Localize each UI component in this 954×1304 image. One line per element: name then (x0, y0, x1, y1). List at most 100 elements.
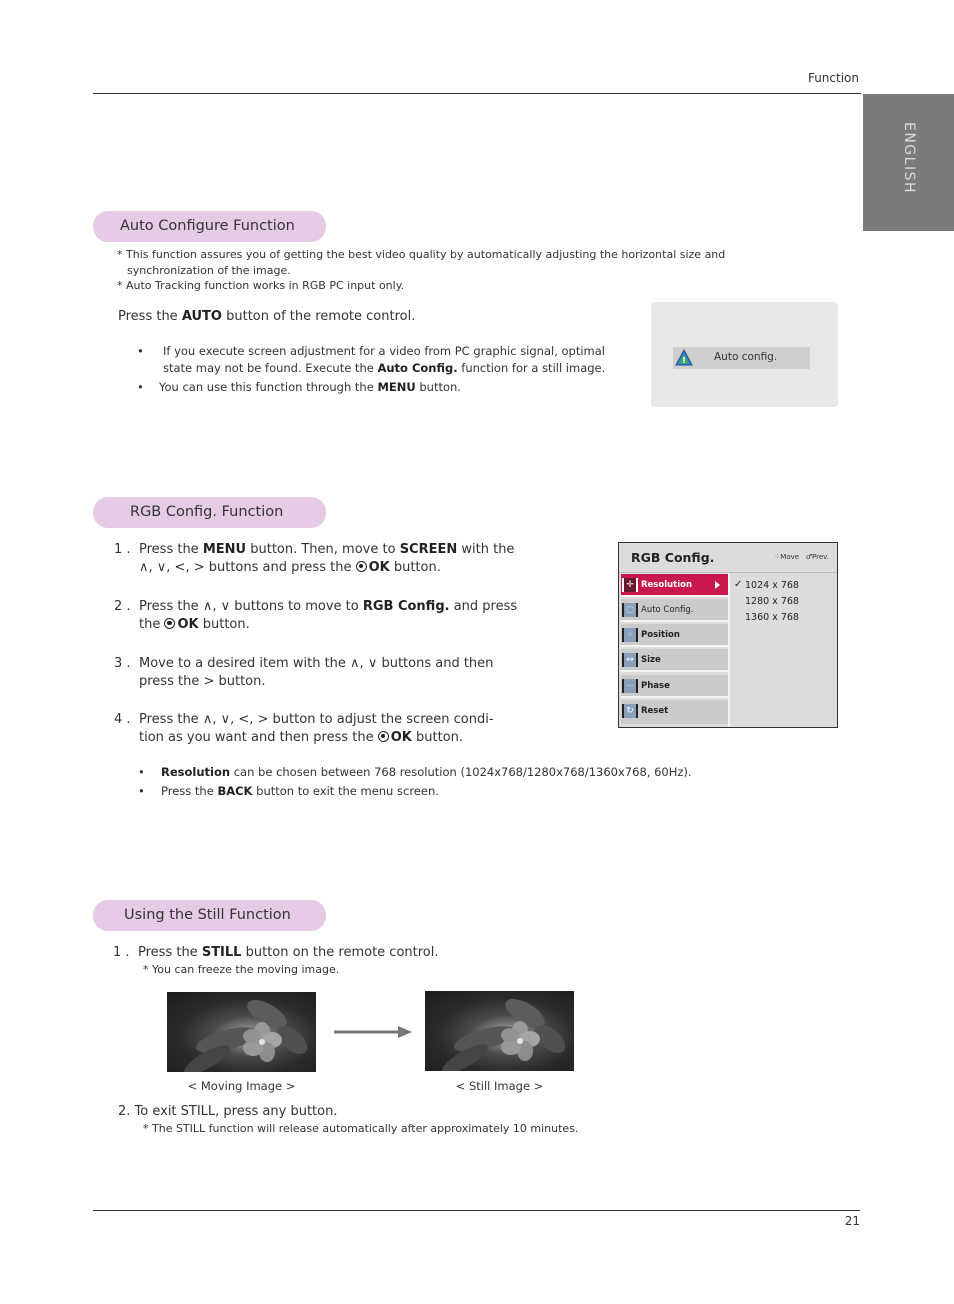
language-tab: ENGLISH (863, 94, 954, 231)
flower-image (442, 999, 566, 1071)
move-icon: ✛ (622, 578, 638, 592)
osd-item-label: Size (641, 655, 661, 665)
key-name: OK (368, 559, 390, 575)
section-title-rgb-config: RGB Config. Function (93, 497, 326, 528)
text: Move to a desired item with the ∧, ∨ but… (139, 656, 494, 671)
key-name: MENU (202, 542, 247, 557)
text: button on the remote control. (241, 945, 439, 960)
auto-configure-notes: * This function assures you of getting t… (117, 247, 817, 294)
step-number: 3 . (114, 656, 131, 671)
text: Press the (118, 309, 182, 324)
key-name: AUTO (181, 309, 222, 324)
note-line: * Auto Tracking function works in RGB PC… (117, 279, 405, 292)
section-title-text: RGB Config. Function (130, 504, 284, 520)
auto-config-osd-label: Auto config. (714, 351, 778, 363)
section-header-label: Function (807, 71, 859, 85)
bullet-icon: • (138, 784, 145, 798)
text: You can use this function through the (159, 380, 378, 394)
auto-config-osd-bar: Auto config. (673, 347, 810, 369)
key-name: STILL (201, 945, 242, 960)
section-title-text: Auto Configure Function (120, 218, 295, 234)
moving-image (167, 992, 316, 1072)
key-name: RGB Config. (362, 599, 450, 614)
osd-item-position[interactable]: ⁘ Position (621, 624, 728, 647)
ok-button-icon (355, 560, 367, 572)
text: tion as you want and then press the (139, 729, 378, 745)
rgb-step-3: 3 . Move to a desired item with the ∧, ∨ … (114, 655, 534, 690)
text: button. (198, 616, 250, 632)
text: with the (457, 542, 515, 557)
bullet-icon: • (137, 380, 144, 394)
key-name: Auto Config. (377, 361, 458, 375)
resolution-option[interactable]: ✓ 1024 x 768 (734, 579, 799, 591)
bullet-icon: • (137, 344, 144, 358)
ok-button-icon (164, 617, 176, 629)
still-step-2: 2. To exit STILL, press any button. (118, 1104, 338, 1119)
text: Press the (161, 784, 218, 798)
osd-item-auto-config[interactable]: ◌ Auto Config. (621, 599, 728, 622)
osd-item-size[interactable]: ↔ Size (621, 649, 728, 672)
osd-column-divider (728, 573, 730, 727)
osd-item-label: Resolution (641, 580, 693, 590)
auto-instruction: Press the AUTO button of the remote cont… (118, 308, 415, 326)
osd-item-resolution[interactable]: ✛ Resolution (621, 574, 728, 597)
text: the (139, 616, 165, 632)
chevron-right-icon (715, 581, 720, 589)
text: button. Then, move to (246, 542, 400, 557)
rgb-config-bullets: • Resolution can be chosen between 768 re… (138, 763, 758, 801)
flower-image (184, 1000, 308, 1072)
key-name: MENU (377, 380, 416, 394)
still-image (425, 991, 574, 1071)
resolution-label: 1024 x 768 (745, 580, 799, 591)
rgb-step-1: 1 . Press the MENU button. Then, move to … (114, 541, 534, 576)
osd-item-reset[interactable]: ↻ Reset (621, 700, 728, 724)
text: button to exit the menu screen. (252, 784, 439, 798)
text: button. (411, 729, 464, 745)
osd-item-label: Phase (641, 681, 670, 691)
text: Press the (139, 542, 203, 557)
text: Press the ∧, ∨, <, > button to adjust th… (139, 712, 494, 727)
text: button. (389, 559, 441, 575)
resolution-option[interactable]: 1360 x 768 (745, 612, 799, 623)
text: press the > button. (139, 673, 266, 689)
text: Press the (138, 945, 202, 960)
text: can be chosen between 768 resolution (10… (230, 765, 692, 779)
rgb-step-2: 2 . Press the ∧, ∨ buttons to move to RGB… (114, 598, 534, 633)
osd-nav-hints: ⁘Move ♂Prev. (774, 553, 829, 561)
step-number: 1 . (114, 542, 131, 557)
bullet-icon: • (138, 765, 145, 779)
warning-icon (675, 349, 693, 366)
auto-config-icon: ◌ (622, 603, 638, 617)
auto-configure-bullets: • If you execute screen adjustment for a … (137, 343, 637, 396)
text: Press the ∧, ∨ buttons to move to (139, 599, 363, 614)
check-icon: ✓ (734, 579, 743, 590)
key-name: OK (177, 616, 199, 632)
note-line: synchronization of the image. (127, 263, 291, 277)
note-line: * This function assures you of getting t… (117, 248, 726, 261)
text: If you execute screen adjustment for a v… (163, 344, 606, 358)
text: ∧, ∨, <, > buttons and press the (139, 559, 356, 575)
osd-menu-title: RGB Config. (631, 550, 715, 565)
moving-image-caption: < Moving Image > (187, 1079, 296, 1093)
position-icon: ⁘ (622, 628, 638, 642)
section-title-text: Using the Still Function (124, 907, 291, 923)
step-number: 4 . (114, 712, 131, 727)
still-step-1: 1 . Press the STILL button on the remote … (113, 944, 439, 962)
resolution-option[interactable]: 1280 x 768 (745, 596, 799, 607)
still-image-caption: < Still Image > (455, 1079, 544, 1093)
section-title-auto-configure: Auto Configure Function (93, 211, 326, 242)
size-icon: ↔ (622, 653, 638, 667)
bullet-item: • Press the BACK button to exit the menu … (138, 782, 758, 801)
osd-item-phase[interactable]: ··· Phase (621, 675, 728, 698)
key-name: Resolution (161, 765, 231, 779)
bullet-item-cont: state may not be found. Execute the Auto… (137, 360, 637, 377)
osd-item-label: Reset (641, 706, 669, 716)
osd-item-label: Auto Config. (641, 605, 694, 615)
rgb-config-osd-menu: RGB Config. ⁘Move ♂Prev. ✛ Resolution ◌ … (618, 542, 838, 728)
step-number: 2 . (114, 599, 131, 614)
step-number: 1 . (113, 945, 130, 960)
still-note: * You can freeze the moving image. (143, 963, 340, 976)
text: state may not be found. Execute the (163, 361, 378, 375)
reset-icon: ↻ (622, 704, 638, 718)
osd-item-label: Position (641, 630, 680, 640)
